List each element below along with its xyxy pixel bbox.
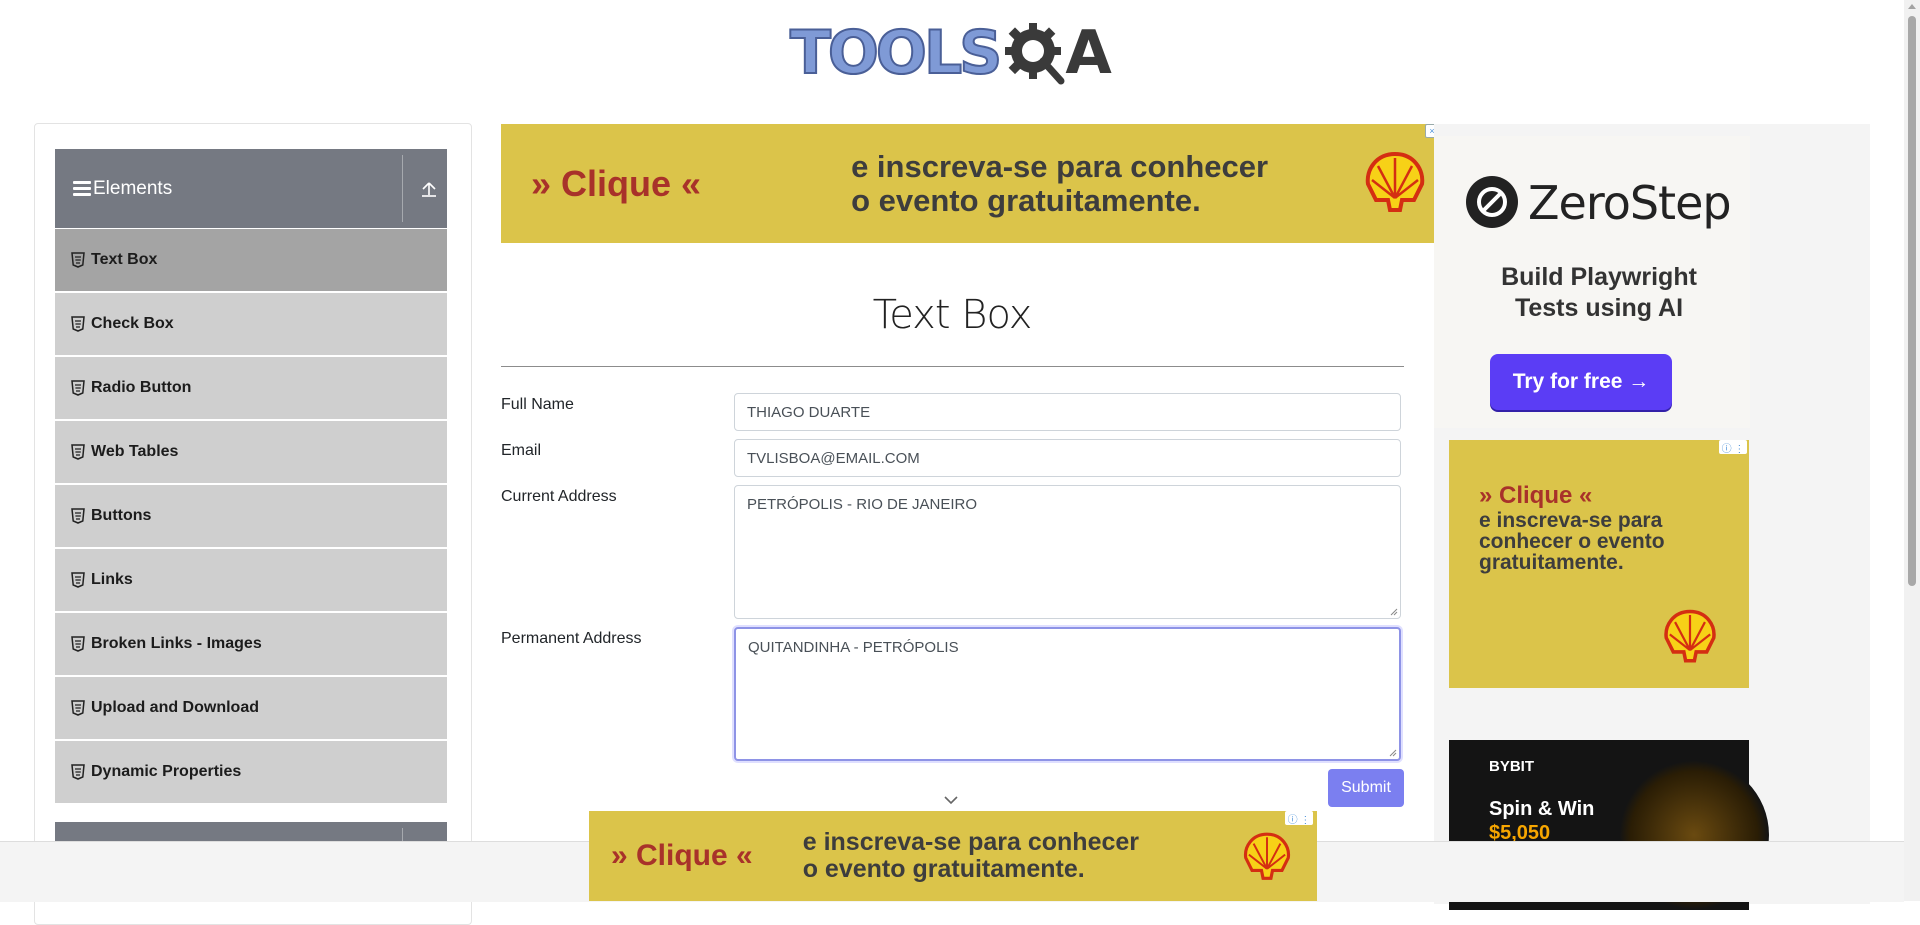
sidebar-item-links[interactable]: Links bbox=[55, 549, 447, 611]
adchoices-icon[interactable]: ⓘ ⋮ bbox=[1285, 811, 1313, 826]
full-name-input[interactable]: THIAGO DUARTE bbox=[734, 393, 1401, 431]
page-scrollbar[interactable] bbox=[1904, 0, 1920, 901]
sidebar-item-check-box[interactable]: Check Box bbox=[55, 293, 447, 355]
sidebar-item-radio-button[interactable]: Radio Button bbox=[55, 357, 447, 419]
ad-text-line2: o evento gratuitamente. bbox=[802, 855, 1085, 883]
ad-cta: » Clique « bbox=[611, 839, 753, 872]
sidebar-group-elements[interactable]: Elements bbox=[55, 149, 447, 228]
sidebar-item-label: Dynamic Properties bbox=[91, 763, 242, 780]
toolsqa-logo[interactable]: TOOLS A bbox=[789, 14, 1120, 92]
sidebar-item-label: Upload and Download bbox=[91, 699, 259, 716]
bybit-brand: BYBIT bbox=[1489, 758, 1534, 775]
current-address-label: Current Address bbox=[501, 488, 617, 505]
ad-text-line1: e inscreva-se para conhecer bbox=[851, 148, 1269, 184]
sidebar-item-text-box[interactable]: Text Box bbox=[55, 229, 447, 291]
scrollbar-thumb[interactable] bbox=[1908, 16, 1916, 586]
gear-magnifier-icon bbox=[1005, 23, 1065, 85]
ad-banner-bottom[interactable]: » Clique « e inscreva-se para conhecer o… bbox=[589, 811, 1317, 901]
adchoices-icon[interactable]: ⓘ ⋮ bbox=[1719, 440, 1747, 455]
ad-text-line1: e inscreva-se para conhecer bbox=[802, 828, 1140, 856]
ad-text-line2: o evento gratuitamente. bbox=[851, 182, 1201, 218]
email-input[interactable]: TVLISBOA@EMAIL.COM bbox=[734, 439, 1401, 477]
html5-icon bbox=[71, 444, 85, 460]
collapse-arrow-icon[interactable] bbox=[419, 177, 439, 199]
zerostep-logo-icon bbox=[1466, 176, 1518, 228]
zerostep-tagline-1: Build Playwright bbox=[1501, 263, 1697, 291]
ad-banner-side[interactable]: » Clique « e inscreva-se para conhecer o… bbox=[1449, 440, 1749, 688]
zerostep-tagline-2: Tests using AI bbox=[1514, 294, 1684, 322]
sidebar-item-web-tables[interactable]: Web Tables bbox=[55, 421, 447, 483]
sidebar-item-buttons[interactable]: Buttons bbox=[55, 485, 447, 547]
html5-icon bbox=[71, 252, 85, 268]
current-address-value: PETRÓPOLIS - RIO DE JANEIRO bbox=[747, 496, 978, 513]
ad-text: e inscreva-se para conhecer o evento gra… bbox=[851, 148, 1269, 218]
resize-grip-icon[interactable] bbox=[1388, 606, 1398, 616]
sidebar-item-broken-links[interactable]: Broken Links - Images bbox=[55, 613, 447, 675]
title-divider bbox=[501, 366, 1404, 367]
sidebar-item-label: Buttons bbox=[91, 507, 152, 524]
html5-icon bbox=[71, 316, 85, 332]
html5-icon bbox=[71, 508, 85, 524]
permanent-address-textarea[interactable]: QUITANDINHA - PETRÓPOLIS bbox=[734, 627, 1401, 761]
try-for-free-button[interactable]: Try for free → bbox=[1490, 354, 1672, 410]
html5-icon bbox=[71, 572, 85, 588]
logo-text-tools: TOOLS bbox=[789, 18, 1003, 88]
full-name-label: Full Name bbox=[501, 396, 574, 413]
ad-text: e inscreva-se para conhecer o evento gra… bbox=[1479, 509, 1665, 574]
html5-icon bbox=[71, 636, 85, 652]
zerostep-tagline: Build Playwright Tests using AI bbox=[1454, 262, 1744, 324]
sidebar-item-label: Text Box bbox=[91, 251, 158, 268]
bybit-headline: Spin & Win bbox=[1489, 798, 1595, 820]
ad-text: e inscreva-se para conhecer o evento gra… bbox=[803, 829, 1139, 883]
sidebar-item-label: Web Tables bbox=[91, 443, 179, 460]
sidebar-menu: Text Box Check Box Radio Button Web Tabl… bbox=[55, 229, 447, 805]
shell-logo-icon bbox=[1244, 832, 1290, 880]
sidebar-item-label: Links bbox=[91, 571, 133, 588]
zerostep-brand: ZeroStep bbox=[1528, 176, 1732, 230]
ad-banner-top[interactable]: » Clique « e inscreva-se para conhecer o… bbox=[501, 124, 1434, 243]
permanent-address-value: QUITANDINHA - PETRÓPOLIS bbox=[748, 639, 959, 656]
header-divider bbox=[402, 155, 403, 222]
sidebar-item-upload-download[interactable]: Upload and Download bbox=[55, 677, 447, 739]
ad-cta: » Clique « bbox=[531, 162, 702, 204]
shell-logo-icon bbox=[1365, 151, 1425, 212]
chevron-down-icon[interactable] bbox=[943, 795, 959, 805]
resize-grip-icon[interactable] bbox=[1387, 747, 1397, 757]
sidebar-item-dynamic-properties[interactable]: Dynamic Properties bbox=[55, 741, 447, 803]
sidebar-item-label: Check Box bbox=[91, 315, 174, 332]
submit-button[interactable]: Submit bbox=[1328, 769, 1404, 807]
html5-icon bbox=[71, 764, 85, 780]
sidebar-item-label: Radio Button bbox=[91, 379, 192, 396]
html5-icon bbox=[71, 700, 85, 716]
sidebar-item-label: Broken Links - Images bbox=[91, 635, 262, 652]
email-label: Email bbox=[501, 442, 542, 459]
scroll-up-arrow-icon[interactable] bbox=[1908, 4, 1916, 9]
hamburger-icon bbox=[73, 181, 91, 196]
shell-logo-icon bbox=[1664, 609, 1716, 663]
sidebar-group-title: Elements bbox=[93, 177, 173, 199]
current-address-textarea[interactable]: PETRÓPOLIS - RIO DE JANEIRO bbox=[734, 485, 1401, 619]
logo-text-a: A bbox=[1065, 18, 1112, 88]
ad-cta: » Clique « bbox=[1479, 482, 1593, 509]
page-title: Text Box bbox=[872, 292, 1033, 338]
permanent-address-label: Permanent Address bbox=[501, 630, 642, 647]
html5-icon bbox=[71, 380, 85, 396]
